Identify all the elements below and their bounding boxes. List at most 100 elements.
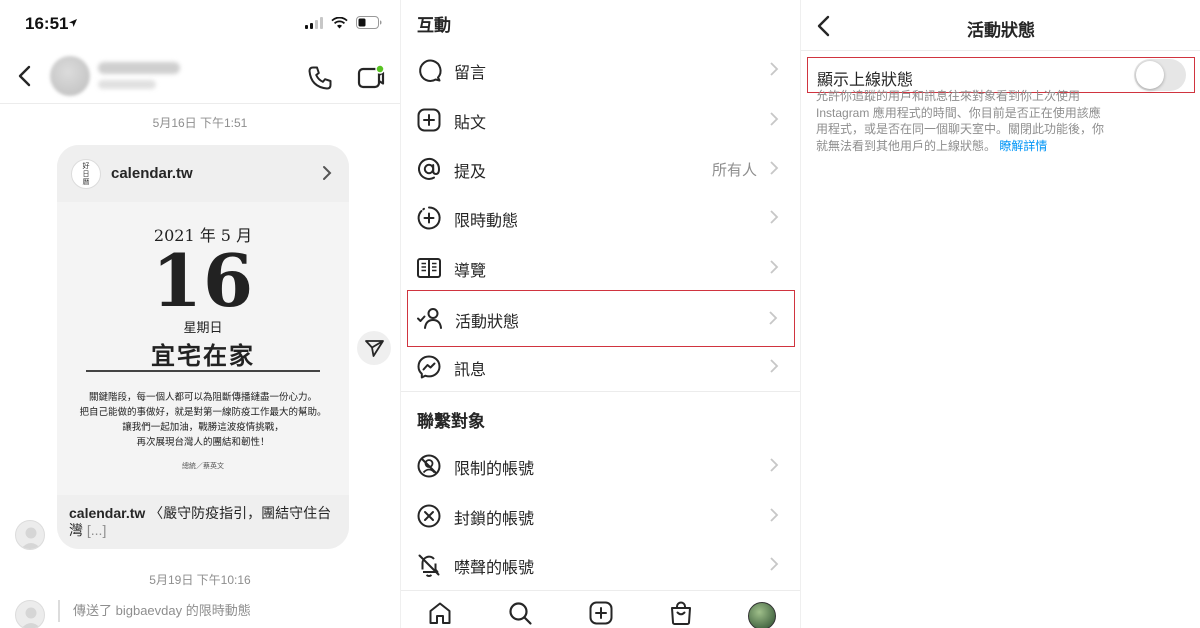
chevron-right-icon <box>323 166 332 180</box>
chevron-right-icon <box>770 557 779 571</box>
chevron-right-icon <box>770 161 779 175</box>
calendar-weekday: 星期日 <box>183 321 223 336</box>
contact-name-redacted[interactable] <box>98 62 180 74</box>
settings-row-muted[interactable]: 噤聲的帳號 <box>407 540 795 590</box>
chevron-right-icon <box>770 112 779 126</box>
sender-avatar[interactable] <box>15 520 45 550</box>
quote-line: 讓我們一起加油，戰勝這波疫情挑戰， <box>122 422 284 433</box>
home-icon[interactable] <box>427 600 453 626</box>
story-reply-text[interactable]: 傳送了 bigbaevday 的限時動態 <box>58 600 251 622</box>
phone-icon[interactable] <box>306 64 334 92</box>
shop-icon[interactable] <box>668 600 694 626</box>
calendar-logo: 好日曆 <box>71 159 101 189</box>
chat-header <box>0 48 400 104</box>
user-placeholder-icon <box>21 607 41 628</box>
quote-line: 把自己能做的事做好，就是對第一線防疫工作最大的幫助。 <box>79 407 327 418</box>
settings-row-activity-status[interactable]: 活動狀態 <box>407 290 795 347</box>
quote-line: 再次展現台灣人的團結和韌性！ <box>136 437 270 448</box>
back-icon[interactable] <box>12 62 40 90</box>
story-icon <box>417 206 441 230</box>
settings-row-restricted[interactable]: 限制的帳號 <box>407 441 795 491</box>
desc-line-with-link: 就無法看到其他用戶的上線狀態。 瞭解詳情 <box>816 138 1126 155</box>
status-bar: 16:51 <box>0 0 400 48</box>
chevron-right-icon <box>770 62 779 76</box>
settings-row-comments[interactable]: 留言 <box>407 45 795 95</box>
calendar-page-image[interactable]: 2021 年 5 月 16 星期日 宜宅在家 關鍵階段，每一個人都可以為阻斷傳播… <box>57 202 349 495</box>
row-label: 留言 <box>454 65 487 82</box>
date-separator: 5月16日 下午1:51 <box>152 116 248 130</box>
card-site-name[interactable]: calendar.tw <box>111 165 193 182</box>
settings-row-guides[interactable]: 導覽 <box>407 243 795 293</box>
settings-row-messages[interactable]: 訊息 <box>407 342 795 392</box>
create-icon[interactable] <box>588 600 614 626</box>
calendar-day: 16 <box>151 238 255 323</box>
sender-avatar[interactable] <box>15 600 45 628</box>
section-title-interactions: 互動 <box>417 16 451 35</box>
user-placeholder-icon <box>20 527 42 549</box>
header-divider <box>801 50 1200 51</box>
muted-icon <box>418 554 440 577</box>
blocked-icon <box>417 504 441 528</box>
settings-row-blocked[interactable]: 封鎖的帳號 <box>407 491 795 541</box>
share-button[interactable] <box>357 331 391 365</box>
mentions-value: 所有人 <box>711 162 757 179</box>
settings-row-story[interactable]: 限時動態 <box>407 193 795 243</box>
chevron-right-icon <box>770 458 779 472</box>
row-label: 訊息 <box>454 362 487 379</box>
desc-line: 就無法看到其他用戶的上線狀態。 <box>816 138 997 153</box>
row-label: 限制的帳號 <box>454 461 535 478</box>
row-label: 提及 <box>454 164 487 181</box>
caption-more: [...] <box>83 522 107 538</box>
quote-line: 關鍵階段，每一個人都可以為阻斷傳播鏈盡一份心力。 <box>88 392 317 403</box>
add-post-icon <box>417 108 441 132</box>
bottom-tab-bar <box>401 590 800 628</box>
guide-icon <box>417 258 441 278</box>
location-arrow-icon <box>69 19 77 27</box>
contact-avatar[interactable] <box>50 56 90 96</box>
card-caption[interactable]: calendar.tw 〈嚴守防疫指引，團結守住台灣 [...] <box>57 495 349 549</box>
settings-row-posts[interactable]: 貼文 <box>407 95 795 145</box>
row-label: 噤聲的帳號 <box>454 560 535 577</box>
cellular-signal-icon <box>305 16 323 29</box>
chevron-right-icon <box>770 210 779 224</box>
row-label: 活動狀態 <box>455 314 520 331</box>
date-separator: 5月19日 下午10:16 <box>149 573 251 587</box>
profile-avatar[interactable] <box>748 602 776 628</box>
toggle-knob <box>1136 61 1164 89</box>
chat-panel: 16:51 5月16日 下午1:51 好日曆 calendar.tw 2021 … <box>0 0 400 628</box>
wifi-icon <box>331 16 348 28</box>
settings-row-mentions[interactable]: 提及 所有人 <box>407 144 795 194</box>
calendar-divider <box>86 370 320 372</box>
chevron-right-icon <box>769 311 778 325</box>
row-label: 導覽 <box>454 263 487 280</box>
status-time: 16:51 <box>25 14 69 33</box>
row-label: 限時動態 <box>454 213 519 230</box>
shared-post-card[interactable]: 好日曆 calendar.tw 2021 年 5 月 16 星期日 宜宅在家 關… <box>57 145 349 549</box>
comment-icon <box>419 59 442 82</box>
activity-status-description: 允許你追蹤的用戶和訊息往來對象看到你上次使用 Instagram 應用程式的時間… <box>816 88 1126 154</box>
logo-text: 好日曆 <box>82 162 90 186</box>
caption-site: calendar.tw <box>69 505 146 521</box>
page-title: 活動狀態 <box>967 21 1035 40</box>
chevron-right-icon <box>770 508 779 522</box>
activity-status-icon <box>417 308 442 329</box>
desc-line: 用程式，或是否在同一個聊天室中。關閉此功能後，你 <box>816 122 1105 136</box>
activity-status-panel: 活動狀態 顯示上線狀態 允許你追蹤的用戶和訊息往來對象看到你上次使用 Insta… <box>800 0 1200 628</box>
learn-more-link[interactable]: 瞭解詳情 <box>999 139 1047 153</box>
row-label: 封鎖的帳號 <box>454 511 535 528</box>
chevron-right-icon <box>770 359 779 373</box>
send-icon <box>365 340 384 357</box>
chevron-right-icon <box>770 260 779 274</box>
status-icons <box>305 16 382 29</box>
video-call-icon[interactable] <box>356 64 386 92</box>
quote-signature: 總統／蔡英文 <box>182 462 224 470</box>
restricted-icon <box>417 454 441 478</box>
calendar-motto: 宜宅在家 <box>151 341 255 370</box>
toggle-label: 顯示上線狀態 <box>817 72 914 89</box>
section-title-connections: 聯繫對象 <box>417 412 485 431</box>
battery-icon <box>356 16 382 29</box>
card-header[interactable]: 好日曆 calendar.tw <box>57 145 349 202</box>
mention-icon <box>418 157 441 180</box>
activity-status-toggle[interactable] <box>1134 59 1186 91</box>
search-icon[interactable] <box>507 600 533 626</box>
